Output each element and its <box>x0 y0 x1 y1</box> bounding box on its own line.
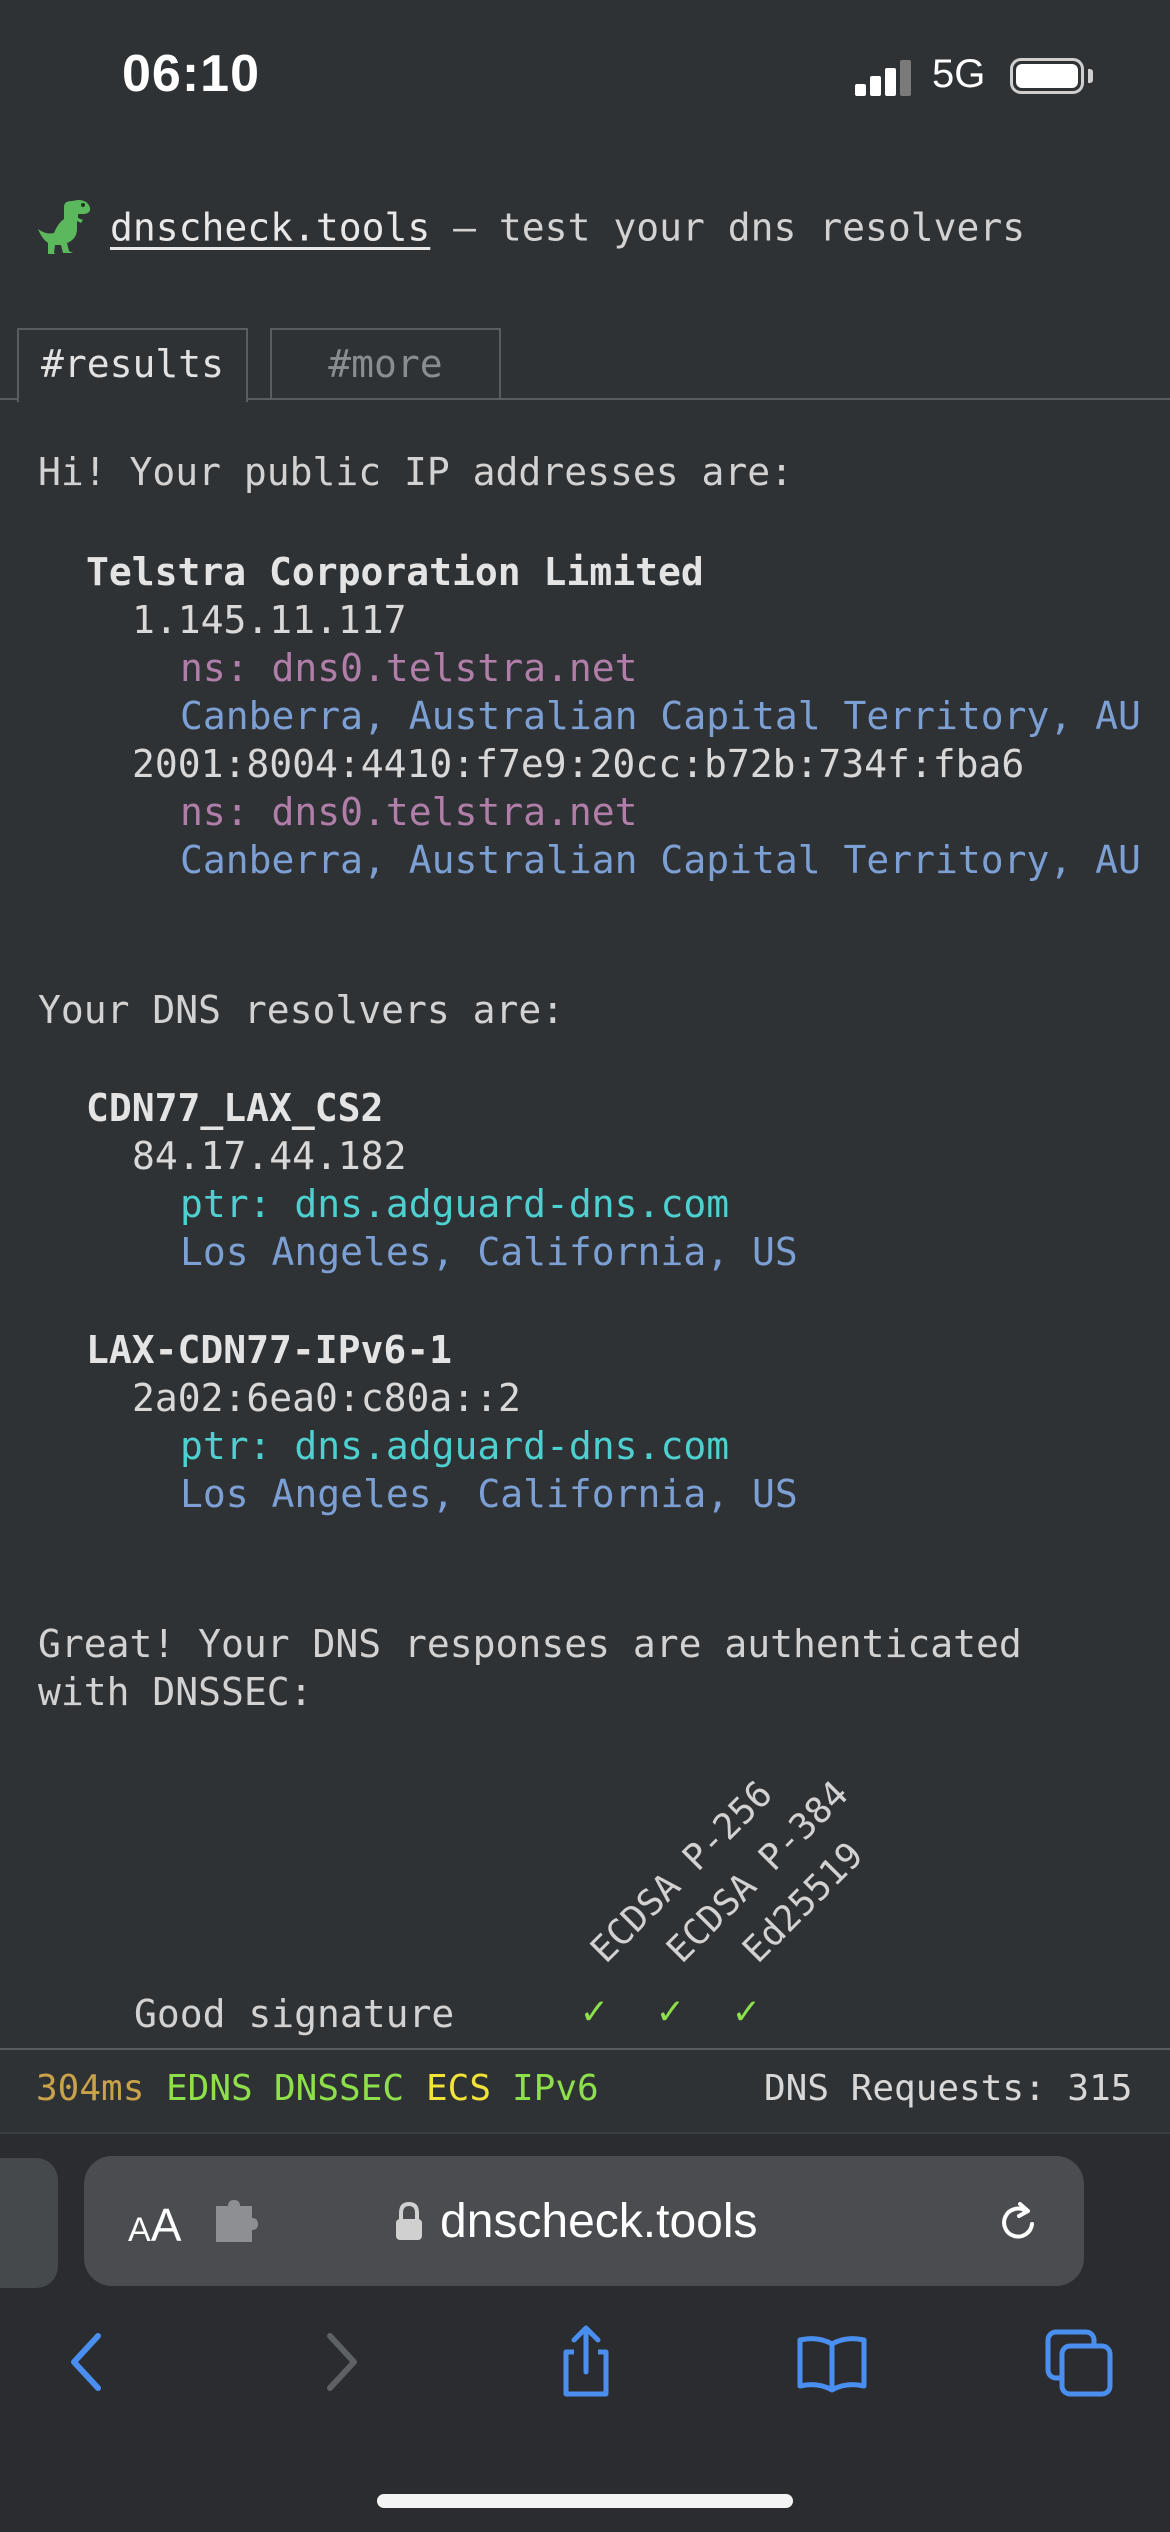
public-ip-v4: 1.145.11.117 <box>132 598 407 642</box>
cellular-signal-icon <box>855 58 913 96</box>
ptr-value: dns.adguard-dns.com <box>294 1182 730 1226</box>
lock-icon <box>396 2202 422 2240</box>
dnssec-message: Great! Your DNS responses are authentica… <box>38 1622 1022 1666</box>
nameserver: ns: dns0.telstra.net <box>180 646 638 690</box>
dinosaur-icon <box>38 200 91 254</box>
flag-dnssec: DNSSEC <box>274 2068 405 2109</box>
battery-icon <box>1010 58 1084 94</box>
network-type: 5G <box>932 52 986 96</box>
url-text: dnscheck.tools <box>440 2195 758 2248</box>
dns-requests-count: DNS Requests: 315 <box>764 2068 1133 2109</box>
resolver-name: LAX-CDN77-IPv6-1 <box>86 1328 453 1372</box>
resolver-name: CDN77_LAX_CS2 <box>86 1086 384 1130</box>
resolvers-intro: Your DNS resolvers are: <box>38 988 565 1032</box>
resolver-location: Los Angeles, California, US <box>180 1230 798 1274</box>
browser-toolbar: AAAA dnscheck.tools <box>0 2134 1170 2532</box>
address-bar[interactable]: AAAA dnscheck.tools <box>84 2156 1084 2286</box>
site-link[interactable]: dnscheck.tools <box>110 206 430 250</box>
tab-bar: #results #more <box>0 328 1170 402</box>
resolver-location: Los Angeles, California, US <box>180 1472 798 1516</box>
bookmarks-icon[interactable] <box>794 2324 870 2400</box>
check-icon: ✓ <box>658 1988 683 2034</box>
tab-more[interactable]: #more <box>270 328 501 400</box>
dnssec-message-cont: with DNSSEC: <box>38 1670 313 1714</box>
status-time: 06:10 <box>122 45 260 103</box>
share-icon[interactable] <box>548 2324 624 2400</box>
flag-edns: EDNS <box>166 2068 253 2109</box>
extension-icon[interactable] <box>212 2200 260 2244</box>
isp-name: Telstra Corporation Limited <box>86 550 704 594</box>
latency: 304ms <box>36 2068 145 2109</box>
back-icon[interactable] <box>50 2324 126 2400</box>
resolver-ip: 2a02:6ea0:c80a::2 <box>132 1376 521 1420</box>
ip-location: Canberra, Australian Capital Territory, … <box>180 694 1141 738</box>
nameserver: ns: dns0.telstra.net <box>180 790 638 834</box>
status-footer: 304ms EDNS DNSSEC ECS IPv6 DNS Requests:… <box>0 2048 1170 2134</box>
check-icon: ✓ <box>582 1988 607 2034</box>
tab-results[interactable]: #results <box>17 328 248 402</box>
flag-ipv6: IPv6 <box>512 2068 599 2109</box>
flag-ecs: ECS <box>426 2068 492 2109</box>
ptr-value: dns.adguard-dns.com <box>294 1424 730 1468</box>
reload-icon[interactable] <box>994 2198 1042 2246</box>
site-tagline: – test your dns resolvers <box>430 205 1026 250</box>
resolver-ptr: ptr: dns.adguard-dns.com <box>180 1180 729 1228</box>
check-icon: ✓ <box>734 1988 759 2034</box>
tabs-icon[interactable] <box>1042 2324 1118 2400</box>
ptr-label: ptr: <box>180 1182 295 1226</box>
public-ip-v6: 2001:8004:4410:f7e9:20cc:b72b:734f:fba6 <box>132 742 1025 786</box>
resolver-ptr: ptr: dns.adguard-dns.com <box>180 1422 729 1470</box>
ptr-label: ptr: <box>180 1424 295 1468</box>
site-header: dnscheck.tools – test your dns resolvers <box>38 200 1025 260</box>
resolver-ip: 84.17.44.182 <box>132 1134 407 1178</box>
home-indicator <box>377 2494 793 2508</box>
status-bar: 06:10 5G <box>0 0 1170 150</box>
battery-cap <box>1088 69 1093 83</box>
text-size-button[interactable]: AAAA <box>128 2198 181 2252</box>
forward-icon[interactable] <box>302 2324 378 2400</box>
signature-row-label: Good signature <box>134 1992 455 2036</box>
public-ip-intro: Hi! Your public IP addresses are: <box>38 450 793 494</box>
ip-location: Canberra, Australian Capital Territory, … <box>180 838 1141 882</box>
previous-tab-pill[interactable] <box>0 2158 58 2288</box>
